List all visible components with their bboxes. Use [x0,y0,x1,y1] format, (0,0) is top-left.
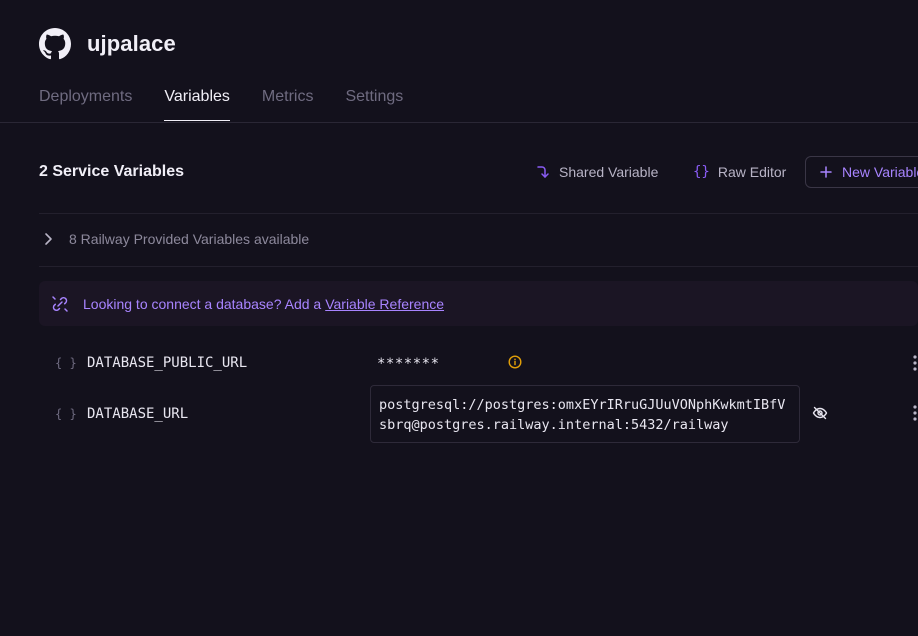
more-options-icon[interactable] [913,405,917,421]
link-plug-icon [51,295,69,313]
new-variable-button[interactable]: New Variable [805,156,918,188]
provided-variables-toggle[interactable]: 8 Railway Provided Variables available [43,231,309,247]
reference-braces-icon: { } [55,407,77,421]
tab-metrics[interactable]: Metrics [262,88,314,121]
chevron-right-icon [43,232,53,246]
divider [39,266,918,267]
variable-value-masked[interactable]: ******* [377,356,440,372]
eye-off-icon[interactable] [812,405,828,421]
variable-reference-link[interactable]: Variable Reference [325,296,444,312]
reference-braces-icon: { } [55,356,77,370]
provided-variables-label: 8 Railway Provided Variables available [69,231,310,247]
raw-editor-button[interactable]: {} Raw Editor [693,156,786,188]
raw-editor-label: Raw Editor [717,164,787,180]
banner-text: Looking to connect a database? Add a [83,295,322,312]
page: ujpalace Deployments Variables Metrics S… [0,0,918,636]
divider [39,213,918,214]
variable-row: { } DATABASE_PUBLIC_URL ******* [39,348,918,378]
project-name: ujpalace [87,31,176,56]
tab-variables[interactable]: Variables [164,88,230,121]
arrow-turn-down-icon [535,164,551,180]
variable-reference-banner: Looking to connect a database? Add a Var… [39,281,918,326]
plus-icon [820,166,832,178]
more-options-icon[interactable] [913,355,917,371]
variable-row: { } DATABASE_URL postgresql://postgres:o… [39,385,918,443]
tab-deployments[interactable]: Deployments [39,88,132,121]
service-variables-title: 2 Service Variables [39,163,184,180]
tab-settings[interactable]: Settings [345,88,403,121]
github-icon [39,28,71,60]
warning-info-icon[interactable] [508,355,522,369]
tabs-divider [0,122,918,123]
tab-bar: Deployments Variables Metrics Settings [39,88,403,121]
project-header: ujpalace [39,28,176,60]
variable-value-field[interactable]: postgresql://postgres:omxEYrIRruGJUuVONp… [370,385,800,443]
shared-variable-label: Shared Variable [559,164,659,180]
variable-name: DATABASE_PUBLIC_URL [87,355,248,371]
variable-name: DATABASE_URL [87,406,189,422]
shared-variable-button[interactable]: Shared Variable [535,156,658,188]
new-variable-label: New Variable [842,164,918,180]
braces-icon: {} [693,164,710,180]
